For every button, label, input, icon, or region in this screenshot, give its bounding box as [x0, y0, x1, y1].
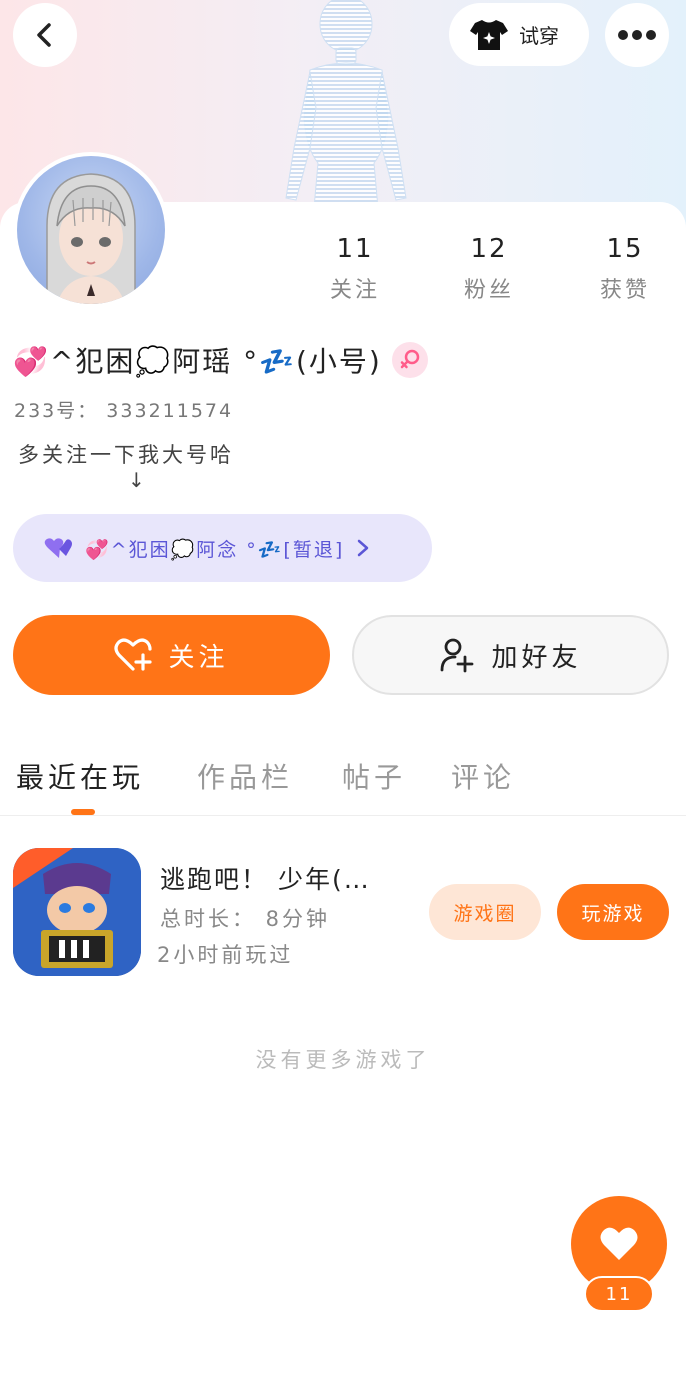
bio-text: 多关注一下我大号哈 — [18, 443, 234, 467]
empty-list-hint: 没有更多游戏了 — [255, 1048, 431, 1072]
avatar-portrait-image — [46, 173, 136, 304]
more-dots-icon — [618, 30, 656, 40]
avatar-figure-illustration — [285, 0, 407, 208]
tab-recently-played[interactable]: 最近在玩 — [16, 756, 144, 796]
like-count-badge: 11 — [584, 1276, 654, 1312]
add-user-icon — [441, 638, 474, 673]
double-heart-icon — [44, 538, 72, 558]
bio-arrow: ↓ — [128, 468, 145, 492]
stat-label: 获赞 — [599, 278, 650, 303]
follow-label: 关注 — [168, 642, 229, 673]
follow-button[interactable]: 关注 — [13, 615, 330, 695]
back-button[interactable] — [13, 3, 77, 67]
chevron-left-icon — [37, 23, 51, 47]
game-cover-image — [13, 848, 141, 976]
stat-label: 关注 — [329, 278, 380, 303]
profile-stats: 11 关注 12 粉丝 15 获赞 — [300, 234, 680, 314]
game-title: 逃跑吧！ 少年(… — [160, 865, 371, 894]
female-gender-icon — [391, 342, 428, 378]
stat-following[interactable]: 11 关注 — [300, 234, 410, 304]
account-number: 233号： 333211574 — [14, 400, 234, 422]
avatar[interactable] — [13, 152, 169, 308]
stat-label: 粉丝 — [463, 278, 514, 303]
game-icon[interactable] — [13, 848, 141, 976]
tabs-divider — [0, 815, 686, 816]
game-last-played: 2小时前玩过 — [157, 943, 294, 967]
play-game-button[interactable]: 玩游戏 — [557, 884, 669, 940]
linked-account-name: 💞^犯困💭阿念 °💤[暂退] — [85, 538, 345, 561]
user-name: 💞^犯困💭阿瑶 °💤(小号) — [13, 345, 382, 378]
add-friend-label: 加好友 — [491, 642, 582, 673]
tab-comments[interactable]: 评论 — [451, 756, 515, 796]
stat-likes[interactable]: 15 获赞 — [570, 234, 680, 304]
more-button[interactable] — [605, 3, 669, 67]
stat-value: 15 — [606, 234, 644, 264]
chevron-right-icon — [358, 539, 369, 557]
game-circle-button[interactable]: 游戏圈 — [429, 884, 541, 940]
user-name-row: 💞^犯困💭阿瑶 °💤(小号) — [13, 338, 428, 382]
profile-tabs: 最近在玩 作品栏 帖子 评论 — [0, 752, 686, 816]
stat-value: 12 — [470, 234, 508, 264]
heart-icon — [600, 1227, 638, 1260]
tab-posts[interactable]: 帖子 — [342, 756, 406, 796]
stat-fans[interactable]: 12 粉丝 — [434, 234, 544, 304]
tshirt-icon — [470, 19, 508, 50]
try-on-button[interactable]: 试穿 — [449, 3, 589, 66]
tab-works[interactable]: 作品栏 — [197, 756, 293, 796]
game-total-time: 总时长： 8分钟 — [160, 907, 331, 931]
linked-account-pill[interactable]: 💞^犯困💭阿念 °💤[暂退] — [13, 514, 432, 582]
list-item[interactable]: 逃跑吧！ 少年(… 总时长： 8分钟 2小时前玩过 游戏圈 玩游戏 — [0, 848, 686, 978]
try-on-label: 试穿 — [519, 24, 559, 48]
stat-value: 11 — [336, 234, 374, 264]
add-friend-button[interactable]: 加好友 — [352, 615, 669, 695]
heart-plus-icon — [114, 638, 153, 671]
